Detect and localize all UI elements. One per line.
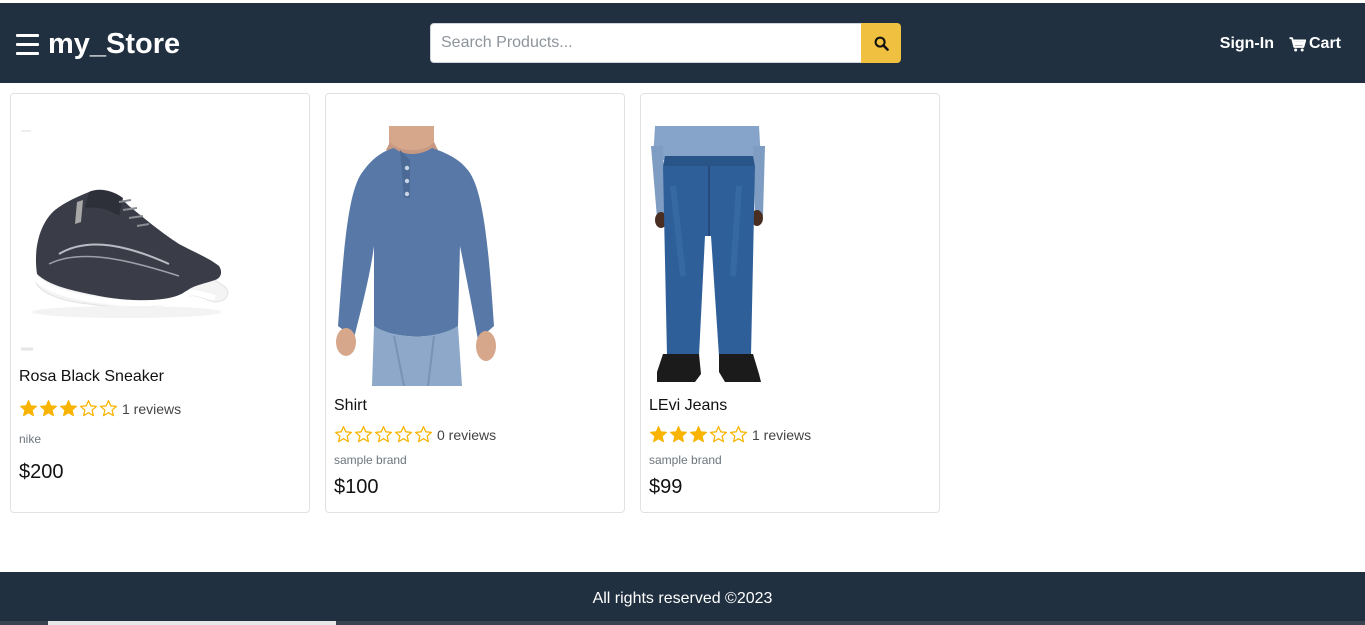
star-empty-icon	[79, 399, 98, 417]
product-brand: nike	[19, 432, 42, 446]
review-count: 1 reviews	[122, 400, 182, 417]
brand-name[interactable]: my_Store	[48, 28, 180, 60]
review-count: 1 reviews	[752, 426, 812, 443]
signin-link[interactable]: Sign-In	[1220, 35, 1274, 53]
star-empty-icon	[414, 425, 433, 443]
brand-link[interactable]: my_Store	[16, 28, 180, 60]
product-title[interactable]: Rosa Black Sneaker	[19, 368, 301, 386]
sneaker-image	[19, 126, 239, 354]
cart-link[interactable]: Cart	[1289, 35, 1341, 53]
star-empty-icon	[354, 425, 373, 443]
star-filled-icon	[670, 426, 687, 443]
product-card: Rosa Black Sneaker 1 reviews nike $200	[10, 93, 310, 513]
navbar: my_Store Sign-In Cart	[0, 3, 1365, 83]
nav-links: Sign-In Cart	[1220, 35, 1341, 53]
product-info: LEvi Jeans 1 reviews sample brand $99	[649, 397, 931, 499]
product-card: LEvi Jeans 1 reviews sample brand $99	[640, 93, 940, 513]
product-title[interactable]: Shirt	[334, 397, 616, 415]
star-empty-icon	[334, 425, 353, 443]
star-empty-icon	[374, 425, 393, 443]
product-price: $200	[19, 461, 64, 483]
product-info: Shirt 0 reviews sample brand $100	[334, 397, 616, 499]
shirt-image	[334, 126, 502, 387]
star-filled-icon	[650, 426, 667, 443]
search-button[interactable]	[861, 23, 901, 63]
cart-icon	[1289, 36, 1306, 51]
jeans-image	[649, 126, 769, 386]
product-rating: 1 reviews	[649, 425, 931, 444]
scrollbar-thumb[interactable]	[48, 621, 336, 625]
star-filled-icon	[690, 426, 707, 443]
product-brand: sample brand	[649, 453, 722, 467]
star-empty-icon	[729, 425, 748, 443]
search-input[interactable]	[430, 23, 861, 63]
star-filled-icon	[60, 400, 77, 417]
product-image-jeans[interactable]	[649, 126, 769, 391]
star-rating	[334, 425, 433, 444]
product-grid: Rosa Black Sneaker 1 reviews nike $200 S…	[10, 93, 940, 513]
product-price: $99	[649, 476, 683, 498]
star-empty-icon	[709, 425, 728, 443]
star-empty-icon	[99, 399, 118, 417]
hamburger-icon[interactable]	[16, 33, 39, 55]
product-info: Rosa Black Sneaker 1 reviews nike $200	[19, 368, 301, 484]
product-image-shirt[interactable]	[334, 126, 502, 391]
product-image-sneaker[interactable]	[19, 126, 239, 359]
search-icon	[874, 36, 889, 51]
horizontal-scrollbar[interactable]	[0, 621, 1365, 625]
product-card: Shirt 0 reviews sample brand $100	[325, 93, 625, 513]
product-title[interactable]: LEvi Jeans	[649, 397, 931, 415]
product-rating: 0 reviews	[334, 425, 616, 444]
star-filled-icon	[40, 400, 57, 417]
product-brand: sample brand	[334, 453, 407, 467]
copyright-text: All rights reserved ©2023	[592, 589, 773, 607]
star-filled-icon	[20, 400, 37, 417]
star-rating	[649, 425, 748, 444]
star-empty-icon	[394, 425, 413, 443]
product-rating: 1 reviews	[19, 399, 301, 418]
review-count: 0 reviews	[437, 426, 497, 443]
product-price: $100	[334, 476, 379, 498]
star-rating	[19, 399, 118, 418]
signin-label: Sign-In	[1219, 35, 1274, 52]
footer: All rights reserved ©2023	[0, 572, 1365, 625]
search-form	[430, 23, 901, 63]
cart-label: Cart	[1308, 35, 1341, 52]
